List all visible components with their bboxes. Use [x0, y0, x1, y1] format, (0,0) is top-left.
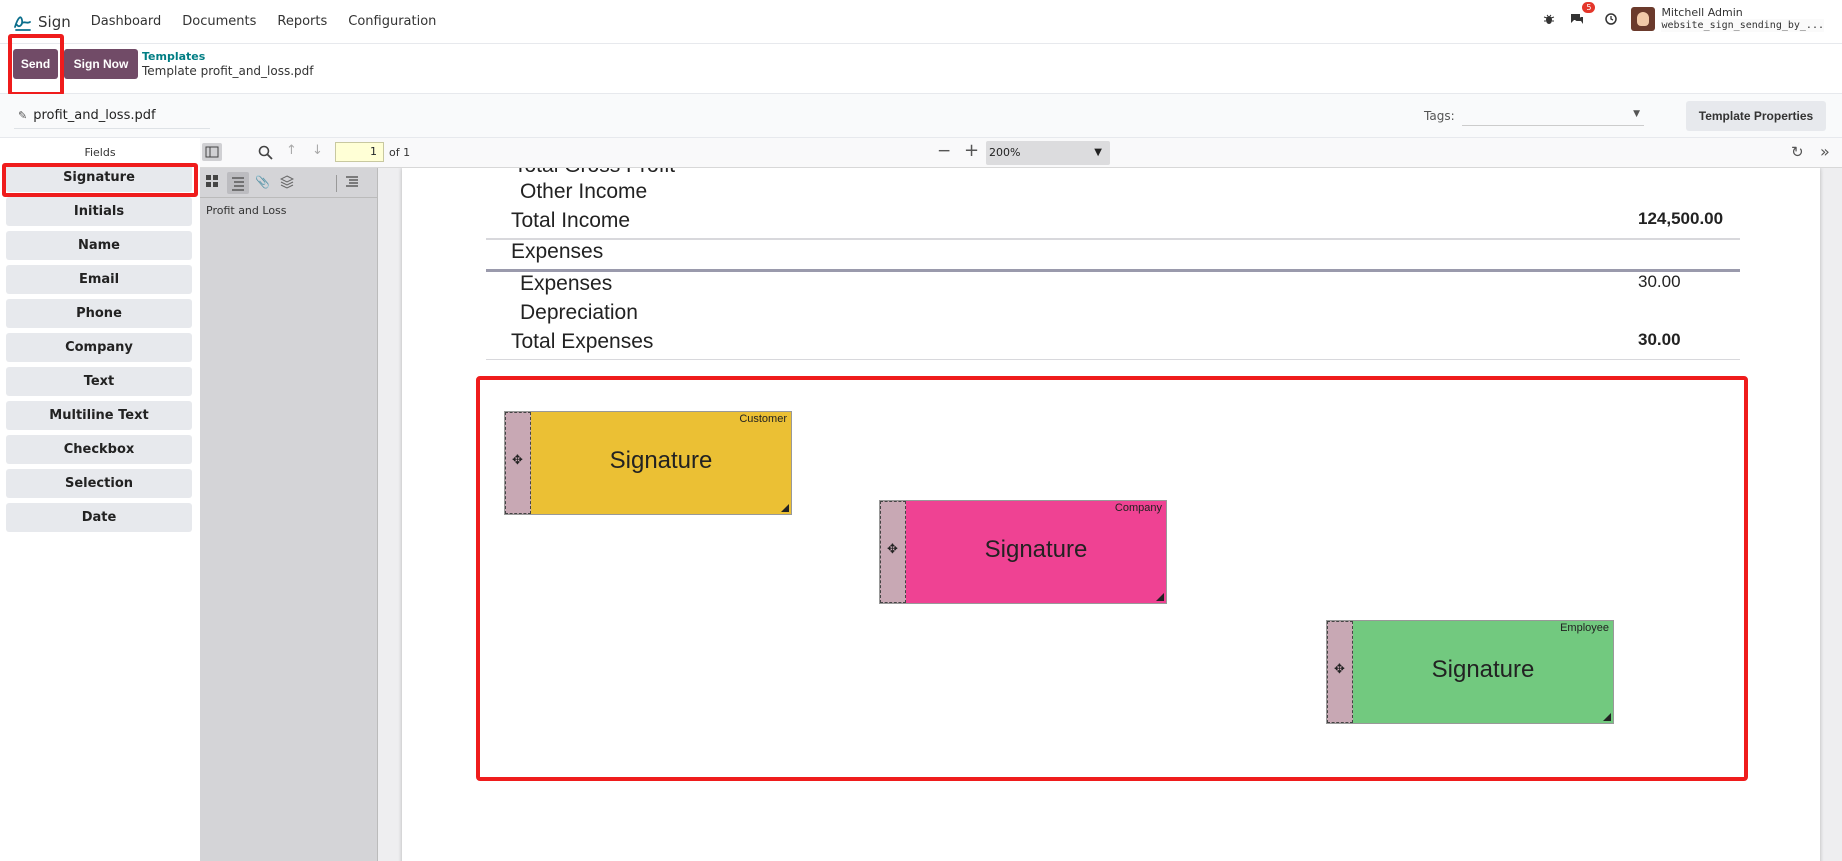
menu-dashboard[interactable]: Dashboard: [91, 14, 162, 29]
sign-app-logo-icon: [12, 11, 34, 33]
page-total: of 1: [389, 146, 411, 159]
value-total-expenses: 30.00: [1638, 330, 1681, 349]
row-total-expenses: Total Expenses: [511, 330, 654, 353]
fields-title: Fields: [84, 146, 116, 159]
row-expenses: Expenses: [520, 272, 613, 295]
row-total-gross-profit: Total Gross Profit: [514, 168, 675, 178]
database-name: website_sign_sending_by_...: [1661, 19, 1824, 32]
user-avatar[interactable]: [1631, 7, 1656, 31]
systray: 5 Mitchell Admin website_sign_sending_by…: [1531, 2, 1824, 32]
zoom-select[interactable]: 200% ▼: [986, 141, 1110, 165]
field-checkbox[interactable]: Checkbox: [6, 435, 192, 464]
user-name: Mitchell Admin: [1661, 6, 1743, 19]
zoom-in-icon[interactable]: +: [964, 140, 979, 161]
page-number-input[interactable]: 1: [335, 142, 384, 162]
signature-field-highlight: [2, 163, 198, 197]
pdf-sidebar-toolbar: 📎: [200, 168, 377, 198]
control-panel: Send Sign Now Templates Template profit_…: [0, 44, 1842, 94]
tags-input[interactable]: ▼: [1462, 106, 1644, 126]
outline-item[interactable]: Profit and Loss: [200, 198, 377, 223]
breadcrumb: Templates Template profit_and_loss.pdf: [142, 50, 314, 78]
app-brand[interactable]: Sign: [12, 11, 71, 33]
pdf-sidebar: 📎 Profit and Loss: [200, 168, 378, 861]
document-header: ✎ profit_and_loss.pdf Tags: ▼ Template P…: [0, 94, 1842, 138]
layers-icon[interactable]: [279, 175, 295, 192]
field-email[interactable]: Email: [6, 265, 192, 294]
fields-panel: Fields Signature Initials Name Email Pho…: [0, 138, 200, 861]
field-name[interactable]: Name: [6, 231, 192, 260]
document-name-field[interactable]: ✎ profit_and_loss.pdf: [18, 108, 156, 123]
row-depreciation: Depreciation: [520, 301, 638, 324]
notification-badge: 5: [1582, 2, 1596, 13]
row-expenses-heading: Expenses: [511, 240, 604, 263]
breadcrumb-templates-link[interactable]: Templates: [142, 50, 314, 64]
document-name-underline: [14, 128, 210, 129]
next-page-icon[interactable]: ↓: [312, 143, 323, 158]
divider: [486, 359, 1740, 360]
chevron-down-icon: ▼: [1094, 147, 1102, 158]
field-date[interactable]: Date: [6, 503, 192, 532]
search-icon[interactable]: [258, 145, 273, 164]
value-expenses: 30.00: [1638, 272, 1681, 291]
current-outline-item-icon[interactable]: [336, 175, 359, 192]
user-menu[interactable]: Mitchell Admin website_sign_sending_by_.…: [1661, 6, 1824, 32]
menu-reports[interactable]: Reports: [277, 14, 327, 29]
zoom-out-icon[interactable]: −: [937, 141, 951, 161]
field-company[interactable]: Company: [6, 333, 192, 362]
tools-menu-icon[interactable]: »: [1820, 142, 1830, 161]
previous-page-icon[interactable]: ↑: [286, 143, 297, 158]
field-phone[interactable]: Phone: [6, 299, 192, 328]
sign-now-button[interactable]: Sign Now: [64, 49, 138, 79]
breadcrumb-current: Template profit_and_loss.pdf: [142, 64, 314, 78]
send-button-highlight: [8, 34, 64, 96]
main-menu: Dashboard Documents Reports Configuratio…: [91, 14, 458, 29]
signature-area-highlight: [476, 376, 1748, 781]
row-other-income: Other Income: [520, 180, 648, 203]
field-selection[interactable]: Selection: [6, 469, 192, 498]
pencil-icon: ✎: [18, 109, 28, 122]
outline-icon[interactable]: [227, 172, 249, 194]
template-properties-button[interactable]: Template Properties: [1686, 101, 1826, 131]
divider: [486, 238, 1740, 240]
top-navbar: Sign Dashboard Documents Reports Configu…: [0, 0, 1842, 44]
menu-configuration[interactable]: Configuration: [348, 14, 436, 29]
row-total-income: Total Income: [511, 209, 631, 232]
tags-label: Tags:: [1424, 109, 1455, 123]
rotate-icon[interactable]: ↻: [1791, 143, 1804, 161]
sidebar-toggle-icon[interactable]: [202, 143, 222, 161]
attachments-icon[interactable]: 📎: [255, 175, 270, 189]
chevron-down-icon: ▼: [1633, 109, 1640, 119]
thumbnails-icon[interactable]: [206, 175, 218, 190]
pdf-toolbar: ↑ ↓ 1 of 1 − + 200% ▼ ↻ »: [200, 138, 1842, 168]
field-initials[interactable]: Initials: [6, 197, 192, 226]
app-name: Sign: [38, 12, 71, 31]
menu-documents[interactable]: Documents: [182, 14, 256, 29]
field-text[interactable]: Text: [6, 367, 192, 396]
bug-icon[interactable]: [1539, 9, 1559, 29]
clock-icon[interactable]: [1601, 9, 1621, 29]
zoom-value: 200%: [989, 146, 1021, 159]
divider: [486, 269, 1740, 272]
document-name: profit_and_loss.pdf: [33, 108, 156, 123]
chat-icon[interactable]: 5: [1567, 2, 1596, 29]
field-multiline-text[interactable]: Multiline Text: [6, 401, 192, 430]
value-total-income: 124,500.00: [1638, 209, 1724, 228]
